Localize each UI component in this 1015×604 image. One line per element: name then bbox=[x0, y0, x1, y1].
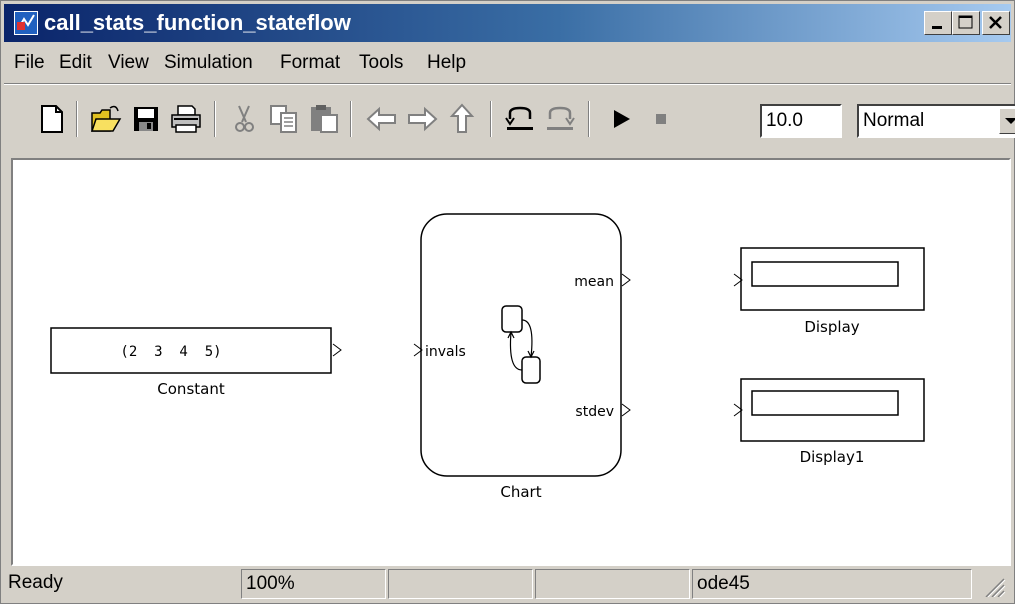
new-icon bbox=[41, 105, 63, 133]
menu-format[interactable]: Format bbox=[280, 52, 340, 74]
dropdown-arrow-button[interactable] bbox=[999, 108, 1015, 134]
maximize-button[interactable] bbox=[952, 11, 980, 35]
display-block[interactable]: Display bbox=[733, 247, 925, 336]
forward-icon bbox=[408, 106, 438, 132]
print-button[interactable] bbox=[168, 101, 204, 137]
redo-button[interactable] bbox=[542, 101, 578, 137]
open-icon bbox=[90, 105, 122, 132]
model-canvas[interactable]: (2 3 4 5) Constant invals mean stdev Cha… bbox=[11, 158, 1011, 566]
back-icon bbox=[366, 106, 396, 132]
copy-button[interactable] bbox=[266, 101, 302, 137]
simulation-mode-value: Normal bbox=[863, 110, 925, 131]
constant-value: (2 3 4 5) bbox=[120, 344, 221, 360]
chart-output-port-mean[interactable] bbox=[621, 273, 631, 287]
start-simulation-icon bbox=[614, 110, 630, 128]
toolbar-separator bbox=[76, 101, 78, 137]
model-window: call_stats_function_stateflow File Edit … bbox=[0, 0, 1015, 604]
toolbar-separator bbox=[490, 101, 492, 137]
simulink-model-icon bbox=[14, 11, 38, 35]
constant-output-port[interactable] bbox=[332, 343, 342, 357]
window-title: call_stats_function_stateflow bbox=[44, 10, 351, 35]
title-bar[interactable]: call_stats_function_stateflow bbox=[4, 4, 1011, 42]
print-icon bbox=[171, 105, 201, 133]
status-solver: ode45 bbox=[692, 569, 972, 599]
chart-block-name: Chart bbox=[500, 483, 541, 501]
redo-icon bbox=[547, 106, 575, 130]
display1-readout bbox=[751, 390, 899, 416]
menu-separator bbox=[4, 83, 1011, 85]
status-bar: Ready 100% ode45 bbox=[4, 569, 1011, 601]
paste-icon bbox=[311, 105, 338, 133]
menu-file[interactable]: File bbox=[14, 52, 45, 74]
maximize-icon bbox=[958, 15, 973, 29]
save-icon bbox=[134, 107, 158, 131]
menu-bar: File Edit View Simulation Format Tools H… bbox=[4, 44, 1011, 80]
simulation-mode-select[interactable]: Normal bbox=[857, 104, 1015, 138]
resize-grip-icon bbox=[985, 578, 1006, 597]
new-button[interactable] bbox=[34, 101, 70, 137]
undo-icon bbox=[505, 106, 533, 130]
paste-button[interactable] bbox=[306, 101, 342, 137]
open-button[interactable] bbox=[88, 101, 124, 137]
display1-block-name: Display1 bbox=[800, 448, 865, 466]
toolbar: 10.0 Normal bbox=[4, 87, 1015, 161]
chart-output-port-stdev[interactable] bbox=[621, 403, 631, 417]
start-simulation-button[interactable] bbox=[604, 101, 640, 137]
back-button[interactable] bbox=[364, 101, 400, 137]
constant-block[interactable]: (2 3 4 5) Constant bbox=[50, 327, 342, 398]
minimize-icon bbox=[932, 26, 942, 29]
status-field-4 bbox=[535, 569, 690, 599]
menu-view[interactable]: View bbox=[108, 52, 149, 74]
display-readout bbox=[751, 261, 899, 287]
minimize-button[interactable] bbox=[924, 11, 952, 35]
close-button[interactable] bbox=[982, 11, 1010, 35]
stop-simulation-button[interactable] bbox=[644, 101, 680, 137]
resize-grip[interactable] bbox=[974, 569, 1011, 599]
menu-help[interactable]: Help bbox=[427, 52, 466, 74]
chart-output-label-mean: mean bbox=[574, 274, 614, 290]
toolbar-separator bbox=[350, 101, 352, 137]
status-zoom: 100% bbox=[241, 569, 386, 599]
display-block-name: Display bbox=[804, 318, 859, 336]
constant-block-name: Constant bbox=[157, 380, 225, 398]
stop-time-input[interactable]: 10.0 bbox=[760, 104, 842, 138]
forward-button[interactable] bbox=[404, 101, 440, 137]
up-icon bbox=[449, 103, 475, 133]
save-button[interactable] bbox=[128, 101, 164, 137]
toolbar-separator bbox=[214, 101, 216, 137]
close-icon bbox=[989, 16, 1002, 29]
copy-icon bbox=[270, 105, 297, 133]
display1-block[interactable]: Display1 bbox=[733, 378, 925, 466]
up-button[interactable] bbox=[444, 101, 480, 137]
chevron-down-icon bbox=[1005, 118, 1015, 124]
menu-simulation[interactable]: Simulation bbox=[164, 52, 253, 74]
undo-button[interactable] bbox=[502, 101, 538, 137]
status-state: Ready bbox=[8, 572, 63, 593]
toolbar-separator bbox=[588, 101, 590, 137]
menu-edit[interactable]: Edit bbox=[59, 52, 92, 74]
block-diagram: (2 3 4 5) Constant invals mean stdev Cha… bbox=[50, 213, 925, 501]
chart-input-label: invals bbox=[425, 344, 466, 360]
cut-icon bbox=[235, 105, 254, 132]
menu-tools[interactable]: Tools bbox=[359, 52, 403, 74]
chart-block[interactable]: invals mean stdev Chart bbox=[413, 213, 631, 501]
stop-simulation-icon bbox=[656, 114, 666, 124]
cut-button[interactable] bbox=[226, 101, 262, 137]
status-field-3 bbox=[388, 569, 533, 599]
chart-output-label-stdev: stdev bbox=[575, 404, 614, 420]
